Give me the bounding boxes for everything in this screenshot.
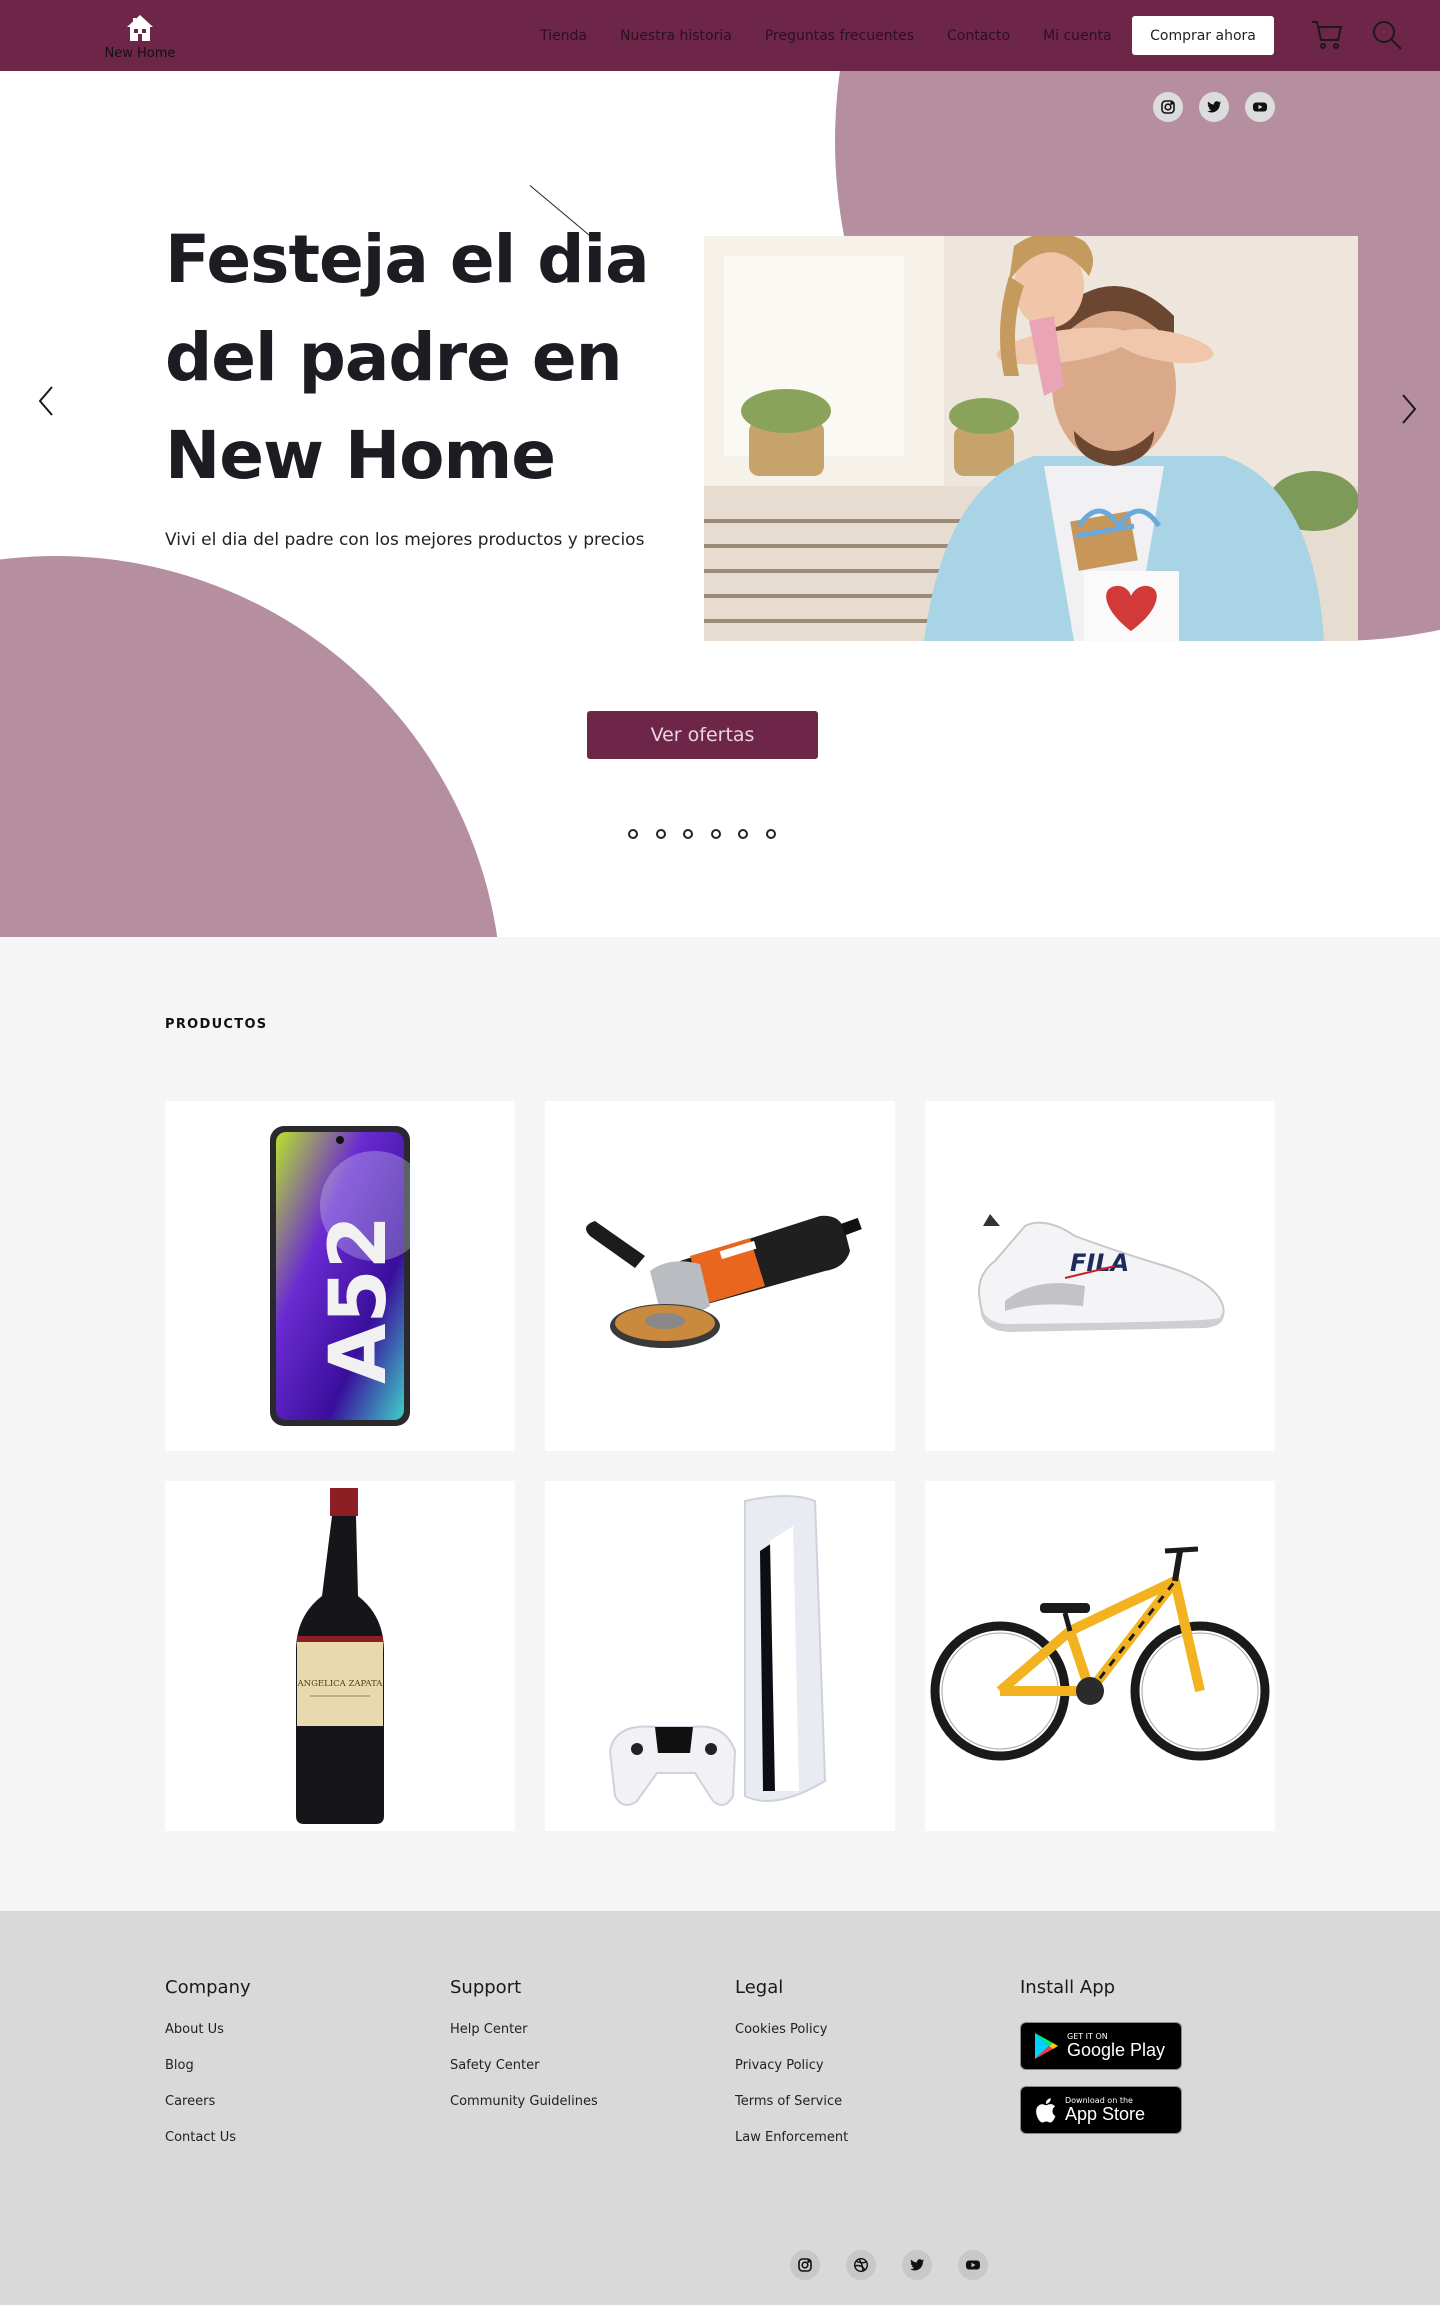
game-console-image [608, 1495, 827, 1806]
search-icon[interactable] [1370, 18, 1404, 52]
footer-install-column: Install App GET IT ON Google Play Downlo… [1020, 1977, 1182, 2150]
product-card-bicycle[interactable] [925, 1481, 1275, 1831]
footer-link-law-enforcement[interactable]: Law Enforcement [735, 2130, 848, 2145]
footer-company-title: Company [165, 1977, 251, 1998]
wine-label-text: ANGELICA ZAPATA [297, 1679, 384, 1689]
footer-support-title: Support [450, 1977, 522, 1998]
carousel-dot-5[interactable] [738, 829, 748, 839]
google-play-badge[interactable]: GET IT ON Google Play [1020, 2022, 1182, 2070]
footer-link-community-guidelines[interactable]: Community Guidelines [450, 2094, 598, 2109]
footer: Company About Us Blog Careers Contact Us… [0, 1911, 1440, 2305]
sneaker-image: FILA [978, 1214, 1225, 1332]
product-card-game-console[interactable] [545, 1481, 895, 1831]
carousel-prev-arrow[interactable] [32, 381, 62, 421]
youtube-icon[interactable] [958, 2250, 988, 2280]
product-card-wine-bottle[interactable]: ANGELICA ZAPATA [165, 1481, 515, 1831]
see-offers-button[interactable]: Ver ofertas [587, 711, 818, 759]
youtube-icon[interactable] [1245, 92, 1275, 122]
dribbble-icon[interactable] [846, 2250, 876, 2280]
nav-link-contacto[interactable]: Contacto [947, 28, 1010, 44]
twitter-icon[interactable] [1199, 92, 1229, 122]
product-card-smartphone[interactable]: A52 [165, 1101, 515, 1451]
nav-link-nuestra-historia[interactable]: Nuestra historia [620, 28, 732, 44]
app-store-badge[interactable]: Download on the App Store [1020, 2086, 1182, 2134]
nav-link-preguntas-frecuentes[interactable]: Preguntas frecuentes [765, 28, 914, 44]
footer-legal-column: Legal Cookies Policy Privacy Policy Term… [735, 1977, 848, 2166]
footer-link-blog[interactable]: Blog [165, 2058, 251, 2073]
carousel-next-arrow[interactable] [1393, 389, 1423, 429]
logo[interactable]: New Home [100, 10, 180, 66]
instagram-icon[interactable] [1153, 92, 1183, 122]
hero-subtitle: Vivi el dia del padre con los mejores pr… [165, 530, 645, 550]
logo-text: New Home [104, 46, 176, 61]
app-store-big-text: App Store [1065, 2104, 1146, 2124]
footer-install-title: Install App [1020, 1977, 1116, 1998]
footer-link-contact-us[interactable]: Contact Us [165, 2130, 251, 2145]
footer-link-help-center[interactable]: Help Center [450, 2022, 598, 2037]
footer-company-column: Company About Us Blog Careers Contact Us [165, 1977, 251, 2166]
footer-link-terms-of-service[interactable]: Terms of Service [735, 2094, 848, 2109]
smartphone-image: A52 [270, 1126, 415, 1426]
carousel-dot-1[interactable] [628, 829, 638, 839]
instagram-icon[interactable] [790, 2250, 820, 2280]
angle-grinder-image [586, 1215, 862, 1348]
carousel-dot-3[interactable] [683, 829, 693, 839]
apple-icon [1036, 2098, 1056, 2123]
nav-link-tienda[interactable]: Tienda [540, 28, 587, 44]
top-navbar: New Home Tienda Nuestra historia Pregunt… [0, 0, 1440, 71]
product-card-angle-grinder[interactable] [545, 1101, 895, 1451]
house-logo-icon [127, 15, 153, 41]
footer-link-cookies-policy[interactable]: Cookies Policy [735, 2022, 848, 2037]
footer-link-privacy-policy[interactable]: Privacy Policy [735, 2058, 848, 2073]
social-links-bottom [790, 2250, 1014, 2280]
products-title: PRODUCTOS [165, 1017, 268, 1032]
wine-bottle-image: ANGELICA ZAPATA [296, 1488, 384, 1824]
product-card-sneaker[interactable]: FILA [925, 1101, 1275, 1451]
hero-image [704, 236, 1358, 641]
carousel-dot-6[interactable] [765, 829, 776, 839]
google-play-big-text: Google Play [1067, 2040, 1166, 2060]
carousel-dot-4[interactable] [710, 829, 721, 839]
decorative-blob-left [0, 556, 502, 937]
buy-now-button[interactable]: Comprar ahora [1132, 16, 1274, 55]
footer-link-about-us[interactable]: About Us [165, 2022, 251, 2037]
social-links-top [1153, 92, 1291, 122]
nav-link-mi-cuenta[interactable]: Mi cuenta [1043, 28, 1112, 44]
nav-links: Tienda Nuestra historia Preguntas frecue… [540, 0, 1145, 71]
phone-model-text: A52 [314, 1215, 404, 1384]
footer-link-careers[interactable]: Careers [165, 2094, 251, 2109]
cart-icon[interactable] [1310, 18, 1344, 52]
footer-legal-title: Legal [735, 1977, 784, 1998]
hero-title: Festeja el dia del padre en New Home [165, 221, 650, 494]
footer-support-column: Support Help Center Safety Center Commun… [450, 1977, 598, 2130]
carousel-dots [628, 829, 793, 839]
footer-link-safety-center[interactable]: Safety Center [450, 2058, 598, 2073]
twitter-icon[interactable] [902, 2250, 932, 2280]
bicycle-image [930, 1546, 1270, 1761]
products-section: PRODUCTOS A52 FILA ANGELICA ZAPATA [0, 937, 1440, 1911]
hero-carousel: Festeja el dia del padre en New Home Viv… [0, 71, 1440, 937]
sneaker-brand-text: FILA [1070, 1249, 1129, 1277]
carousel-dot-2[interactable] [655, 829, 666, 839]
google-play-icon [1035, 2033, 1058, 2059]
